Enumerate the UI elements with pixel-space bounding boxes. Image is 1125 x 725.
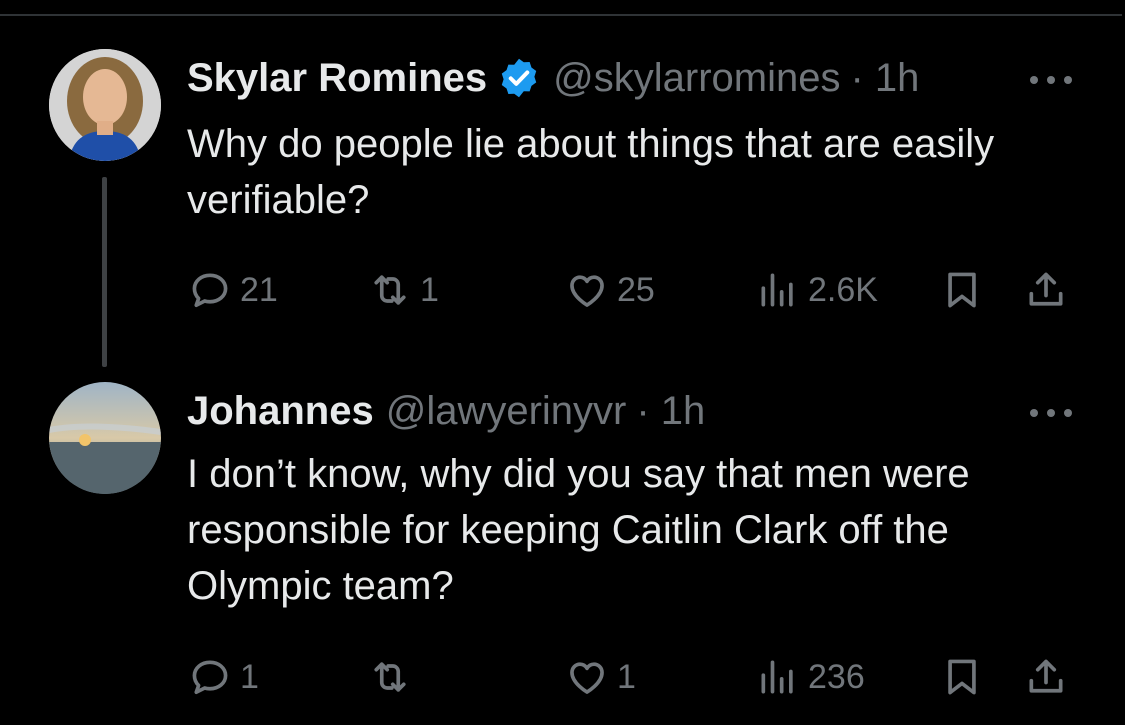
reply-icon	[192, 273, 228, 308]
avatar[interactable]	[49, 382, 161, 494]
tweet-text: Why do people lie about things that are …	[187, 122, 995, 222]
tweet-johannes[interactable]: Johannes @lawyerinyvr · 1h I don’t know,…	[0, 370, 1125, 725]
repost-count: 1	[420, 270, 439, 309]
views-button[interactable]: 2.6K	[756, 265, 878, 315]
like-count: 1	[617, 657, 636, 696]
share-button[interactable]	[1024, 652, 1068, 702]
handle[interactable]: @skylarromines	[553, 56, 840, 101]
share-button[interactable]	[1024, 265, 1068, 315]
repost-icon	[374, 662, 406, 692]
tweet-skylar[interactable]: Skylar Romines @skylarromines · 1h Why d…	[0, 0, 1125, 370]
reply-count: 1	[240, 657, 259, 696]
bookmark-button[interactable]	[940, 652, 984, 702]
reply-button[interactable]: 1	[188, 652, 259, 702]
views-icon	[761, 660, 793, 694]
more-icon[interactable]	[1030, 407, 1072, 419]
display-name[interactable]: Skylar Romines	[187, 56, 487, 101]
views-button[interactable]: 236	[756, 652, 865, 702]
reply-icon	[192, 660, 228, 695]
timestamp[interactable]: · 1h	[850, 56, 919, 101]
handle[interactable]: @lawyerinyvr	[386, 389, 627, 434]
repost-button[interactable]	[368, 652, 420, 702]
verified-badge-icon[interactable]	[497, 56, 541, 100]
timestamp[interactable]: · 1h	[636, 389, 705, 434]
more-icon[interactable]	[1030, 74, 1072, 86]
tweet-header: Skylar Romines @skylarromines · 1h	[187, 54, 919, 102]
reply-count: 21	[240, 270, 278, 309]
bookmark-button[interactable]	[940, 265, 984, 315]
like-button[interactable]: 25	[565, 265, 655, 315]
action-bar: 21 1 25 2.6K	[0, 265, 1125, 315]
share-icon	[1029, 659, 1063, 693]
like-icon	[570, 275, 604, 307]
display-name[interactable]: Johannes	[187, 389, 374, 434]
tweet-header: Johannes @lawyerinyvr · 1h	[187, 387, 705, 435]
reply-button[interactable]: 21	[188, 265, 278, 315]
repost-button[interactable]: 1	[368, 265, 439, 315]
tweet-text: I don’t know, why did you say that men w…	[187, 452, 970, 608]
like-icon	[570, 662, 604, 694]
like-count: 25	[617, 270, 655, 309]
bookmark-icon	[948, 659, 976, 695]
like-button[interactable]: 1	[565, 652, 636, 702]
views-icon	[761, 273, 793, 307]
views-count: 2.6K	[808, 270, 878, 309]
repost-icon	[374, 275, 406, 305]
views-count: 236	[808, 657, 865, 696]
share-icon	[1029, 272, 1063, 306]
action-bar: 1 1 236	[0, 652, 1125, 702]
avatar[interactable]	[49, 49, 161, 161]
bookmark-icon	[948, 272, 976, 308]
